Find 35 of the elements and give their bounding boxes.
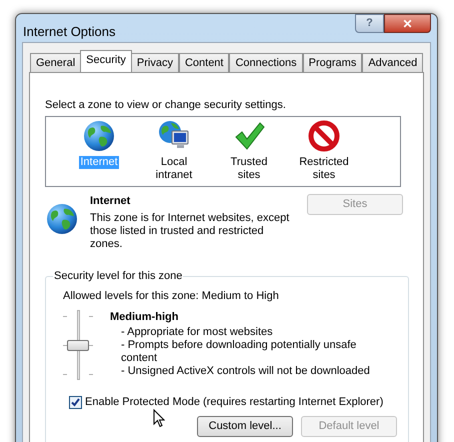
tab[interactable]: Security	[80, 50, 132, 72]
zone-label: Trusted sites	[230, 156, 268, 182]
custom-level-button[interactable]: Custom level...	[197, 416, 293, 436]
security-slider[interactable]	[63, 310, 93, 382]
window-title: Internet Options	[23, 23, 116, 41]
level-detail: - Prompts before downloading potentially unsafe content	[121, 339, 358, 365]
slider-thumb[interactable]	[67, 340, 89, 351]
tab[interactable]: Advanced	[362, 53, 424, 72]
level-detail: - Unsigned ActiveX controls will not be downloaded	[121, 365, 370, 378]
check-icon	[233, 120, 265, 152]
tab[interactable]: Programs	[302, 53, 362, 72]
zone-description: This zone is for Internet websites, except those listed in trusted and restricted zones.	[90, 212, 290, 251]
tab[interactable]: General	[30, 53, 82, 72]
zone-label: Local intranet	[154, 156, 194, 182]
zone-label: Restricted sites	[298, 156, 350, 182]
help-button[interactable]: ?	[355, 14, 384, 33]
level-name: Medium-high	[110, 310, 180, 325]
tab[interactable]: Content	[178, 53, 230, 72]
level-detail: - Appropriate for most websites	[121, 326, 274, 339]
cursor-icon	[153, 409, 165, 428]
tab[interactable]: Connections	[229, 53, 303, 72]
zone-item[interactable]: Trusted sites	[212, 120, 286, 186]
globe-icon	[46, 203, 78, 235]
allowed-levels: Allowed levels for this zone: Medium to High	[63, 289, 280, 304]
zone-name: Internet	[90, 194, 132, 209]
group-legend: Security level for this zone	[53, 269, 184, 283]
zone-item[interactable]: Restricted sites	[287, 120, 361, 186]
zone-item[interactable]: Local intranet	[137, 120, 211, 186]
zone-prompt: Select a zone to view or change security settings.	[45, 98, 287, 113]
no-entry-icon	[308, 120, 340, 152]
tab[interactable]: Privacy	[130, 53, 179, 72]
globe-icon	[83, 120, 115, 152]
protected-mode-label: Enable Protected Mode (requires restarting Internet Explorer)	[85, 395, 384, 410]
zone-label: Internet	[79, 156, 119, 169]
protected-mode-checkbox[interactable]	[69, 396, 82, 409]
